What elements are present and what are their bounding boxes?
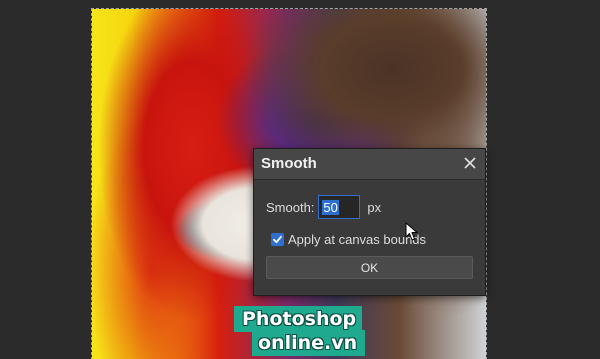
workspace: Smooth Smooth: 50 px Apply at canvas bou… (0, 0, 600, 359)
mouse-pointer-icon (405, 222, 418, 241)
ok-button[interactable]: OK (266, 256, 473, 279)
watermark-line1: Photoshop (234, 306, 363, 332)
ok-button-label: OK (360, 260, 379, 275)
apply-canvas-bounds-checkbox[interactable] (271, 232, 284, 246)
watermark-line1-text: Photoshop (242, 308, 357, 330)
close-button[interactable] (461, 154, 479, 172)
smooth-input-value: 50 (322, 199, 339, 215)
close-icon (464, 157, 476, 169)
watermark-logo: Photoshop online.vn (234, 306, 368, 358)
checkmark-icon (273, 235, 282, 243)
dialog-header[interactable]: Smooth (254, 149, 485, 180)
dialog-title: Smooth (261, 155, 317, 172)
smooth-input[interactable]: 50 (318, 195, 361, 219)
watermark-line2-text: online.vn (258, 332, 358, 354)
unit-label: px (367, 199, 382, 215)
smooth-row: Smooth: 50 px (266, 194, 381, 220)
watermark-line2: online.vn (252, 330, 366, 356)
smooth-dialog: Smooth Smooth: 50 px Apply at canvas bou… (253, 148, 486, 296)
apply-canvas-bounds-row[interactable]: Apply at canvas bounds (271, 230, 426, 248)
smooth-label: Smooth: (266, 199, 315, 215)
